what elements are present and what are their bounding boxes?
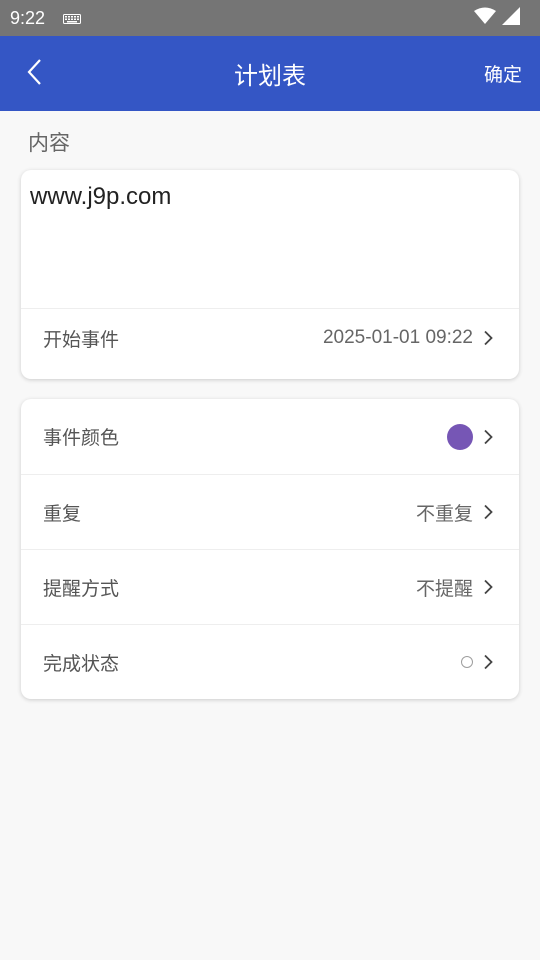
event-color-swatch (447, 423, 473, 450)
chevron-right-icon (483, 578, 495, 596)
confirm-button[interactable]: 确定 (484, 60, 522, 87)
repeat-label: 重复 (43, 502, 82, 525)
content-section-label: 内容 (28, 131, 70, 155)
completion-status-radio[interactable] (461, 656, 473, 668)
reminder-right: 不提醒 (416, 574, 495, 601)
reminder-row[interactable]: 提醒方式 不提醒 (21, 549, 519, 624)
completion-row[interactable]: 完成状态 (21, 624, 519, 699)
event-color-row[interactable]: 事件颜色 (21, 399, 519, 474)
completion-right (461, 653, 495, 671)
chevron-right-icon (483, 503, 495, 521)
status-bar: 9:22 (0, 0, 540, 36)
status-right (474, 7, 520, 29)
start-time-row[interactable]: 开始事件 2025-01-01 09:22 (21, 308, 519, 367)
repeat-value: 不重复 (415, 502, 473, 525)
reminder-label: 提醒方式 (43, 577, 120, 600)
status-time: 9:22 (10, 7, 46, 28)
repeat-right: 不重复 (416, 499, 495, 526)
start-time-right: 2025-01-01 09:22 (323, 327, 495, 349)
keyboard-icon (63, 9, 82, 28)
reminder-value: 不提醒 (415, 577, 473, 600)
chevron-right-icon (483, 428, 495, 446)
chevron-right-icon (483, 329, 495, 347)
content-card: www.j9p.com 开始事件 2025-01-01 09:22 (21, 170, 519, 379)
completion-label: 完成状态 (43, 652, 120, 675)
content-input[interactable]: www.j9p.com (21, 170, 519, 308)
back-arrow-icon (26, 58, 42, 90)
start-time-label: 开始事件 (43, 328, 120, 351)
app-bar: 计划表 确定 (0, 36, 540, 111)
settings-card: 事件颜色 重复 不重复 提醒方式 不提醒 完成状态 (21, 399, 519, 699)
status-left: 9:22 (10, 7, 82, 29)
event-color-right (447, 423, 495, 450)
page-title: 计划表 (234, 62, 306, 90)
start-time-value: 2025-01-01 09:22 (322, 327, 473, 348)
signal-icon (502, 7, 520, 29)
wifi-icon (474, 7, 496, 29)
chevron-right-icon (483, 653, 495, 671)
event-color-label: 事件颜色 (43, 427, 120, 449)
repeat-row[interactable]: 重复 不重复 (21, 474, 519, 549)
back-button[interactable] (18, 54, 50, 94)
